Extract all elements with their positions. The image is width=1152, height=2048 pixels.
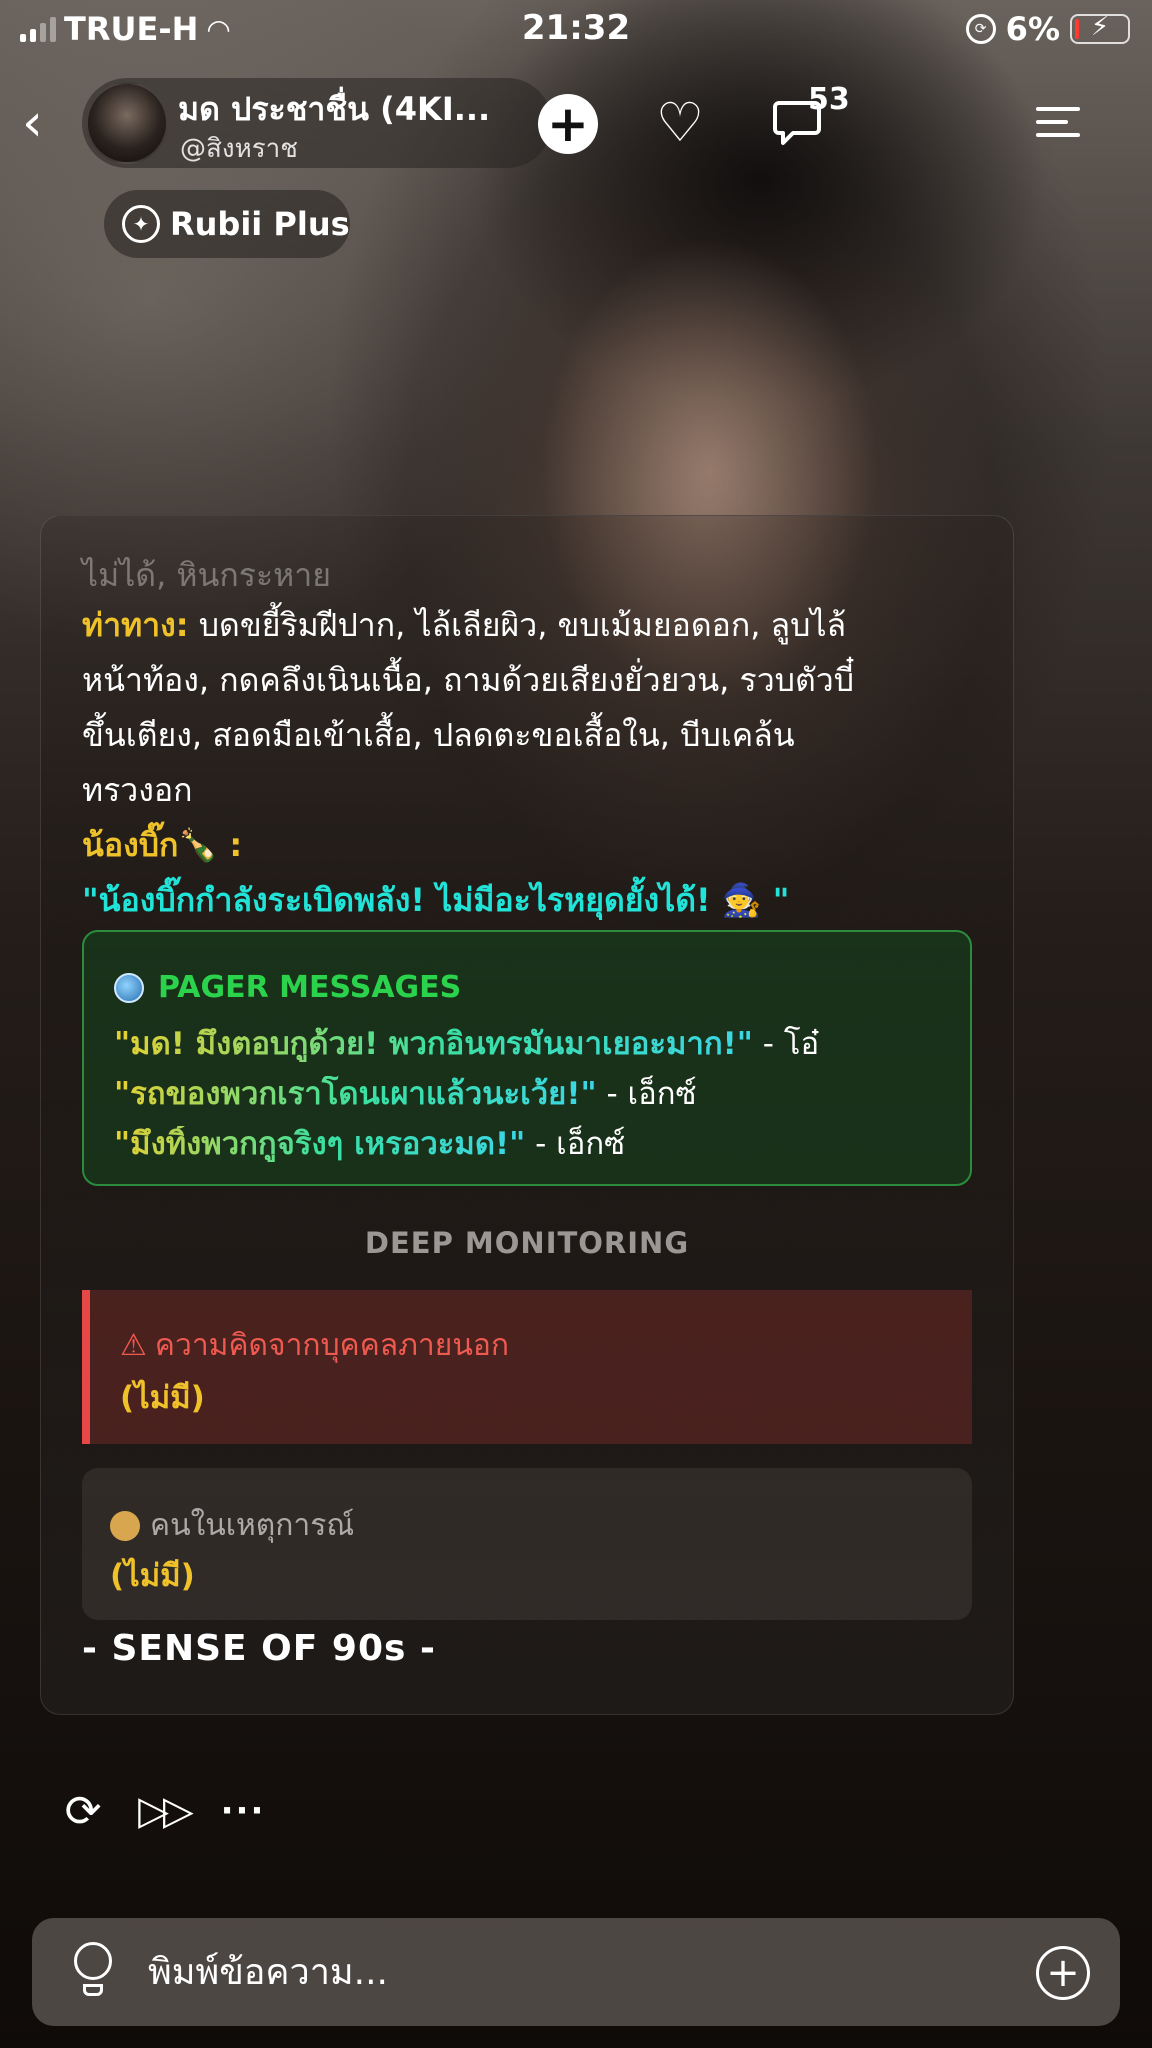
- rotation-lock-icon: ⟳: [965, 14, 996, 44]
- message-composer: +: [32, 1918, 1120, 2026]
- pager-title: PAGER MESSAGES: [114, 970, 461, 1005]
- more-icon[interactable]: ···: [218, 1786, 268, 1836]
- status-bar: TRUE-H ◠ 21:32 ⟳ 6% ⚡: [0, 0, 1152, 56]
- plus-icon[interactable]: +: [538, 94, 598, 154]
- warning-icon: ⚠: [120, 1328, 147, 1363]
- posture-line-3: ขึ้นเตียง, สอดมือเข้าเสื้อ, ปลดตะขอเสื้อ…: [82, 716, 795, 754]
- pager-sender: - เอ็กซ์: [596, 1076, 697, 1112]
- charging-bolt-icon: ⚡: [1090, 12, 1110, 42]
- pager-sender: - เอ็กซ์: [525, 1126, 626, 1162]
- battery-icon: ⚡: [1070, 12, 1130, 44]
- globe-icon: [114, 972, 144, 1003]
- pager-line: "มึงทิ้งพวกกูจริงๆ เหรอวะมด!" - เอ็กซ์: [114, 1118, 625, 1168]
- outsider-thoughts-label: ความคิดจากบุคคลภายนอก: [154, 1328, 510, 1363]
- people-in-scene-value: (ไม่มี): [110, 1558, 195, 1594]
- people-in-scene-title: คนในเหตุการณ์: [110, 1502, 354, 1549]
- battery-percent: 6%: [1005, 10, 1060, 48]
- skip-forward-icon[interactable]: ▷▷: [138, 1786, 194, 1836]
- posture-line-2: หน้าท้อง, กดคลึงเนินเนื้อ, ถามด้วยเสียงย…: [82, 661, 855, 699]
- bingo-quote: "น้องบิ๊กกำลังระเบิดพลัง! ไม่มีอะไรหยุดย…: [82, 881, 790, 919]
- faded-previous-line: ไม่ได้, หินกระหาย: [82, 556, 331, 594]
- lightbulb-icon[interactable]: [70, 1942, 116, 2002]
- people-in-scene-box: คนในเหตุการณ์ (ไม่มี): [82, 1468, 972, 1620]
- rubii-plus-icon: ✦: [122, 205, 160, 243]
- regenerate-icon[interactable]: ⟳: [58, 1786, 108, 1837]
- message-input[interactable]: [148, 1942, 1008, 2002]
- status-right: ⟳ 6% ⚡: [965, 10, 1130, 48]
- outsider-thoughts-box: ⚠ ความคิดจากบุคคลภายนอก (ไม่มี): [82, 1290, 972, 1444]
- pager-quote: "มด! มึงตอบกูด้วย! พวกอินทรมันมาเยอะมาก!…: [114, 1026, 753, 1062]
- pager-messages-box: PAGER MESSAGES "มด! มึงตอบกูด้วย! พวกอิน…: [82, 930, 972, 1186]
- pager-line: "มด! มึงตอบกูด้วย! พวกอินทรมันมาเยอะมาก!…: [114, 1018, 819, 1068]
- posture-text-1: บดขยี้ริมฝีปาก, ไล้เลียผิว, ขบเม้มยอดอก,…: [188, 606, 847, 644]
- pager-sender: - โอ๋: [752, 1026, 820, 1062]
- character-profile-pill[interactable]: มด ประชาชื่น (4KI... @สิงหราช: [82, 78, 552, 168]
- back-chevron-icon[interactable]: ‹: [22, 97, 62, 149]
- posture-line-1: ท่าทาง: บดขยี้ริมฝีปาก, ไล้เลียผิว, ขบเม…: [82, 598, 982, 653]
- avatar[interactable]: [86, 82, 168, 164]
- posture-line-4: ทรวงอก: [82, 771, 193, 809]
- bingo-label: น้องบิ๊ก🍾 :: [82, 826, 243, 864]
- rubii-plus-label: Rubii Plus: [170, 205, 350, 243]
- people-in-scene-label: คนในเหตุการณ์: [150, 1508, 355, 1543]
- menu-lines: [1036, 98, 1080, 146]
- menu-sparkle-icon[interactable]: [1030, 92, 1086, 152]
- pager-quote: "มึงทิ้งพวกกูจริงๆ เหรอวะมด!": [114, 1126, 526, 1162]
- rubii-plus-badge[interactable]: ✦ Rubii Plus: [104, 190, 350, 258]
- add-attachment-icon[interactable]: +: [1036, 1946, 1090, 2000]
- comment-count: 53: [808, 82, 850, 117]
- heart-icon[interactable]: ♡: [648, 91, 712, 154]
- pager-title-text: PAGER MESSAGES: [158, 970, 462, 1005]
- zipper-face-icon: [110, 1510, 140, 1541]
- pager-quote: "รถของพวกเราโดนเผาแล้วนะเว้ย!": [114, 1076, 597, 1112]
- posture-label: ท่าทาง:: [82, 606, 189, 644]
- character-handle: @สิงหราช: [180, 134, 298, 164]
- outsider-thoughts-value: (ไม่มี): [120, 1380, 205, 1416]
- pager-line: "รถของพวกเราโดนเผาแล้วนะเว้ย!" - เอ็กซ์: [114, 1068, 697, 1118]
- message-footer: - SENSE OF 90s -: [82, 1628, 436, 1669]
- outsider-thoughts-title: ⚠ ความคิดจากบุคคลภายนอก: [120, 1322, 509, 1369]
- deep-monitoring-title: DEEP MONITORING: [364, 1226, 690, 1260]
